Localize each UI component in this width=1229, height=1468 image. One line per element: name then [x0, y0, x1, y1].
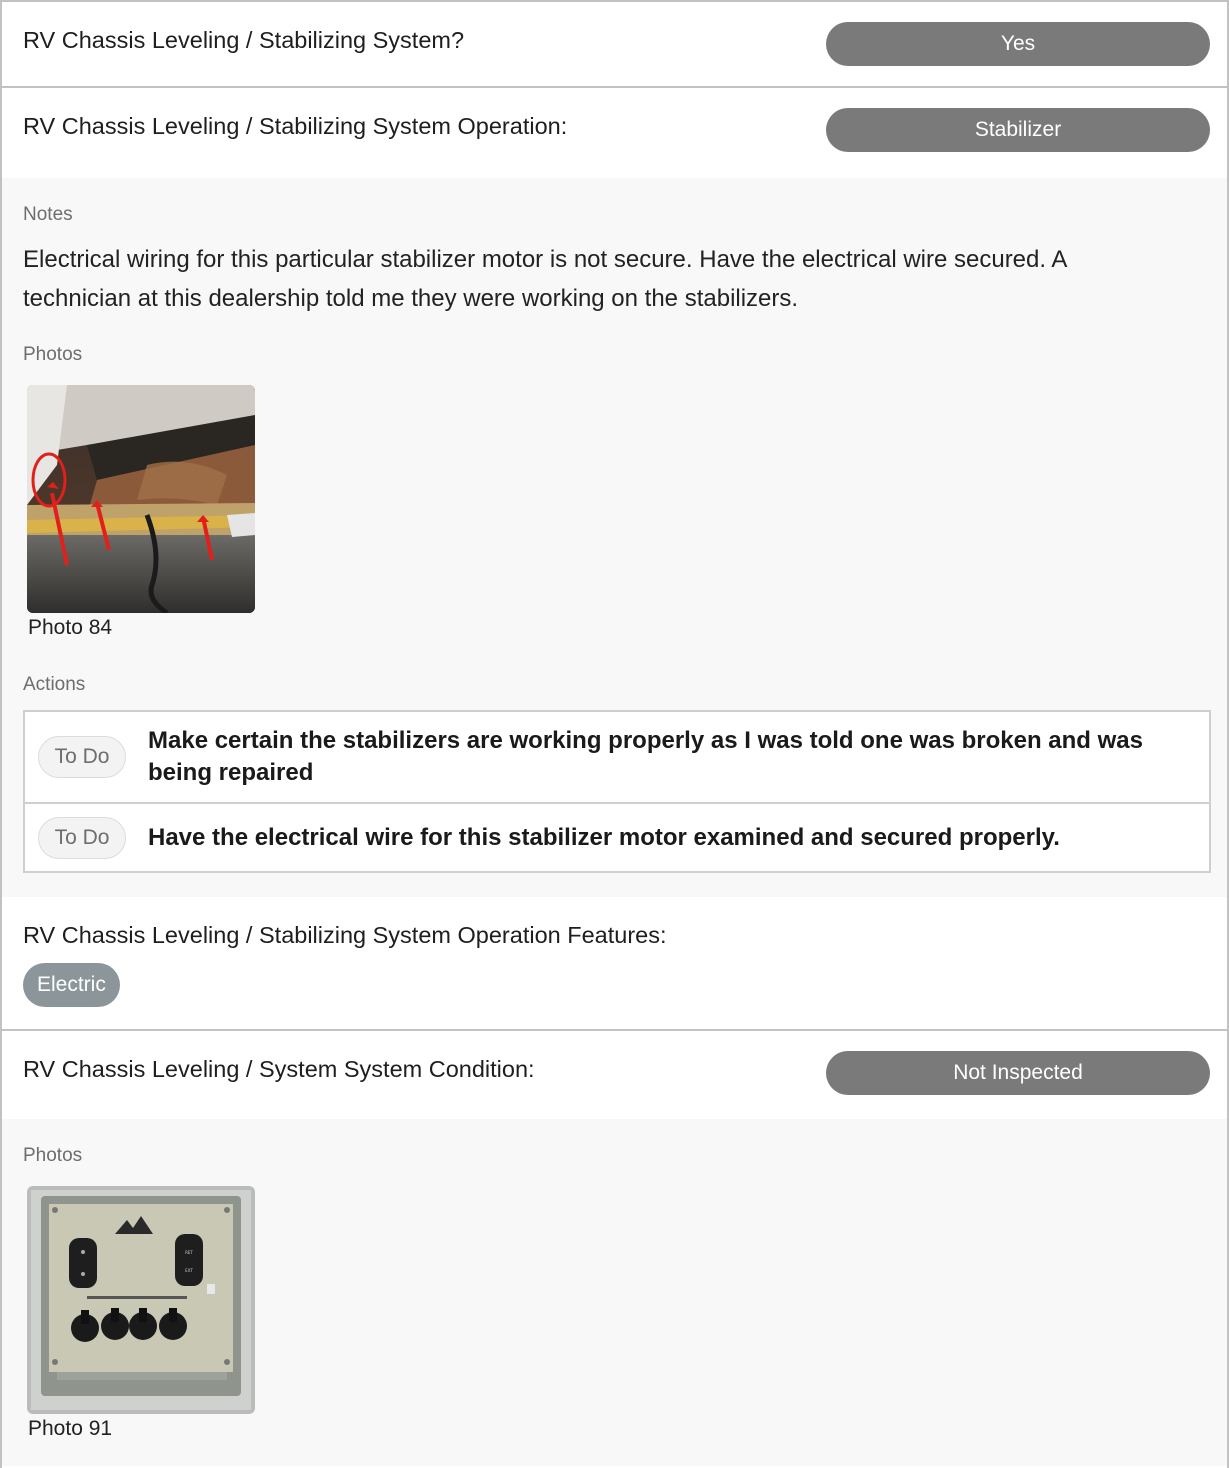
todo-status-badge[interactable]: To Do [38, 736, 126, 778]
details-panel: Notes Electrical wiring for this particu… [2, 178, 1227, 897]
action-item[interactable]: To Do Make certain the stabilizers are w… [25, 712, 1209, 802]
inspection-page: RV Chassis Leveling / Stabilizing System… [0, 0, 1229, 1468]
svg-text:EXT: EXT [185, 1268, 193, 1273]
section-operation-features: RV Chassis Leveling / Stabilizing System… [2, 897, 1227, 1031]
question-title: RV Chassis Leveling / Stabilizing System… [23, 113, 568, 139]
answer-pill[interactable]: Stabilizer [826, 108, 1210, 152]
photo-caption: Photo 91 [28, 1417, 113, 1440]
answer-pill[interactable]: Yes [826, 22, 1210, 66]
question-title: RV Chassis Leveling / Stabilizing System… [23, 922, 667, 948]
action-text: Make certain the stabilizers are working… [148, 727, 1143, 786]
feature-chip: Electric [23, 963, 120, 1007]
section-stabilizing-operation: RV Chassis Leveling / Stabilizing System… [2, 88, 1227, 897]
photo-thumbnail[interactable]: RET EXT [27, 1186, 255, 1414]
svg-text:RET: RET [185, 1250, 193, 1255]
section-system-condition: RV Chassis Leveling / System System Cond… [2, 1031, 1227, 1466]
todo-status-badge[interactable]: To Do [38, 816, 126, 859]
actions-label: Actions [23, 674, 86, 695]
notes-text: Electrical wiring for this particular st… [23, 246, 1067, 312]
actions-table: To Do Make certain the stabilizers are w… [23, 710, 1211, 873]
photo-control-panel-image: RET EXT [27, 1186, 255, 1414]
section-stabilizing-system: RV Chassis Leveling / Stabilizing System… [2, 2, 1227, 88]
question-title: RV Chassis Leveling / Stabilizing System… [23, 27, 465, 53]
details-panel: Photos RET EXT Photo 91 [2, 1119, 1227, 1466]
action-text: Have the electrical wire for this stabil… [148, 823, 1060, 851]
action-item[interactable]: To Do Have the electrical wire for this … [25, 802, 1209, 871]
question-title: RV Chassis Leveling / System System Cond… [23, 1056, 535, 1082]
photos-label: Photos [23, 344, 83, 365]
photo-caption: Photo 84 [28, 616, 113, 639]
photo-thumbnail[interactable] [27, 385, 255, 613]
photos-label: Photos [23, 1145, 83, 1166]
photo-wiring-image [27, 385, 255, 613]
answer-pill[interactable]: Not Inspected [826, 1051, 1210, 1095]
notes-label: Notes [23, 204, 73, 225]
